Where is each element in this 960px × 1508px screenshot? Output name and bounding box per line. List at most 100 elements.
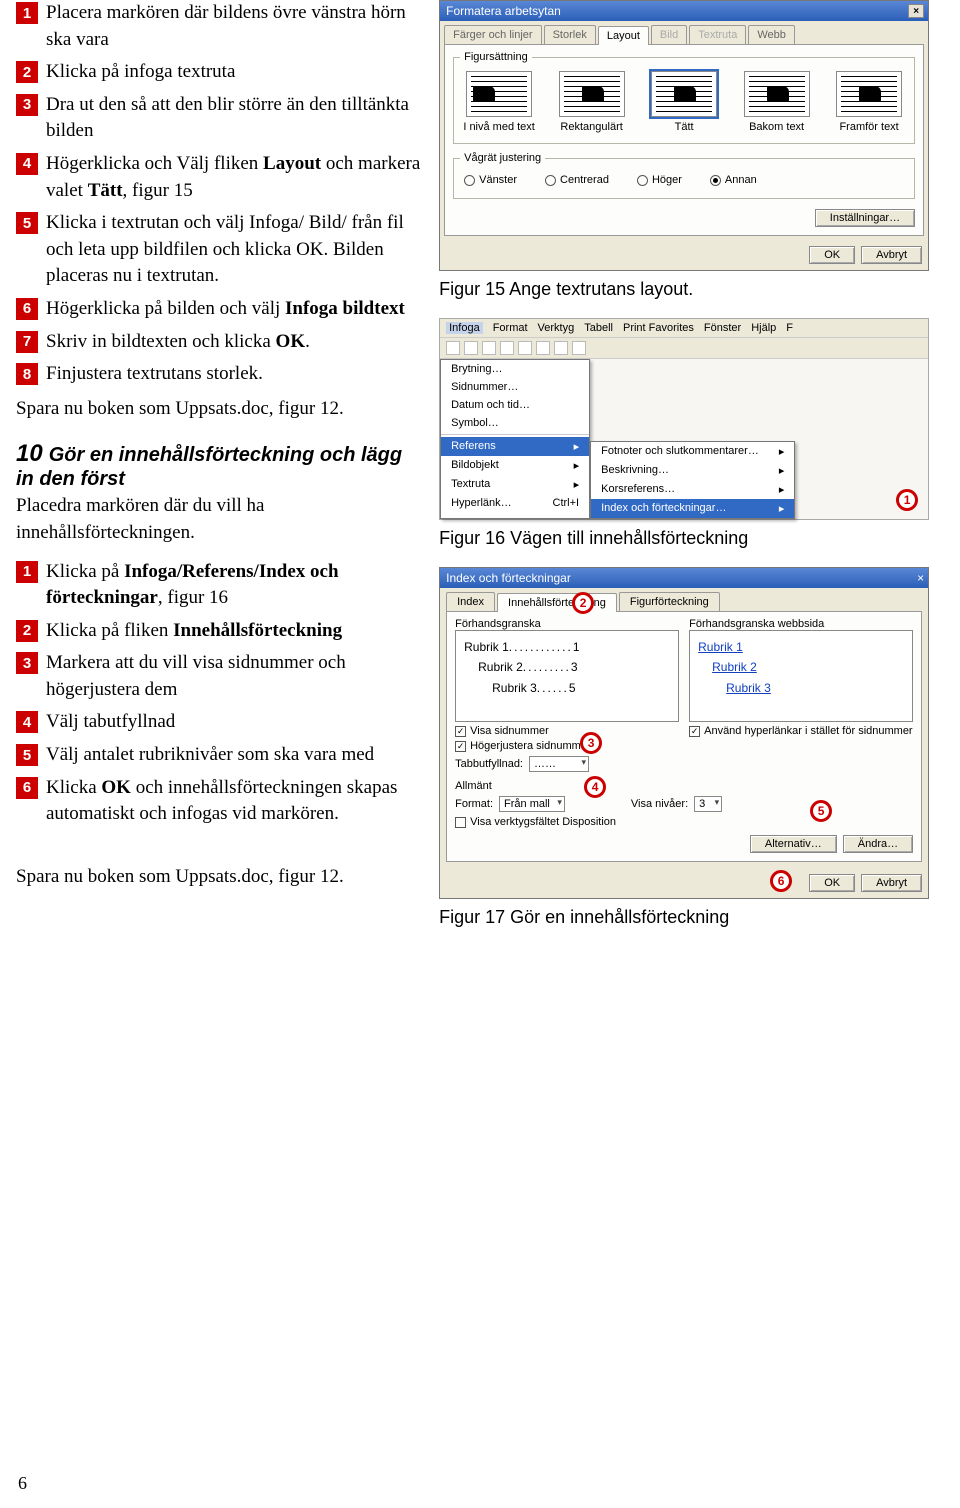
menu-item[interactable]: Referens▸ (441, 437, 589, 456)
figure-16-caption: Figur 16 Vägen till innehållsförteckning (439, 528, 944, 549)
wrap-option[interactable]: Tätt (645, 71, 723, 133)
callout-badge-5: 5 (810, 800, 832, 822)
show-pagenum-checkbox[interactable]: ✓Visa sidnummer (455, 725, 679, 737)
menubar-item[interactable]: Infoga (446, 322, 483, 334)
format-row: Format: Från mall Visa nivåer: 3 (455, 796, 913, 812)
step-text: Välj antalet rubriknivåer som ska vara m… (46, 742, 423, 769)
list-item: 2Klicka på fliken Innehållsförteckning (16, 618, 423, 645)
menu-item[interactable]: Bildobjekt▸ (441, 456, 589, 475)
menubar-item[interactable]: Print Favorites (623, 322, 694, 334)
menu-item[interactable]: Hyperlänk…Ctrl+I (441, 494, 589, 512)
cancel-button[interactable]: Avbryt (861, 246, 922, 264)
toolbar-icon[interactable] (518, 341, 532, 355)
menu-item[interactable]: Sidnummer… (441, 378, 589, 396)
step-text: Klicka på Infoga/Referens/Index och fört… (46, 559, 423, 612)
dialog1-tab[interactable]: Storlek (544, 25, 596, 44)
toolbar-icon[interactable] (500, 341, 514, 355)
step-text: Skriv in bildtexten och klicka OK. (46, 329, 423, 356)
settings-button[interactable]: Inställningar… (815, 209, 915, 227)
align-fieldset: Vågrät justering Vänster Centrerad Höger An… (453, 152, 915, 199)
dialog1-tab[interactable]: Färger och linjer (444, 25, 541, 44)
menu-item[interactable]: Korsreferens…▸ (591, 480, 794, 499)
preview-web-box: Rubrik 1Rubrik 2Rubrik 3 (689, 630, 913, 722)
list-item: 3Markera att du vill visa sidnummer och … (16, 650, 423, 703)
toolbar-icon[interactable] (446, 341, 460, 355)
toolbar-icon[interactable] (464, 341, 478, 355)
wrap-option[interactable]: I nivå med text (460, 71, 538, 133)
align-radio[interactable]: Höger (637, 174, 682, 186)
toolbar-icon[interactable] (536, 341, 550, 355)
outline-toolbar-checkbox[interactable]: Visa verktygsfältet Disposition (455, 816, 913, 828)
toolbar (440, 338, 928, 359)
dialog2-tab[interactable]: Innehållsförteckning (497, 593, 617, 612)
align-radio[interactable]: Centrerad (545, 174, 609, 186)
toolbar-icon[interactable] (572, 341, 586, 355)
callout-badge-1: 1 (896, 489, 918, 511)
step-badge: 2 (16, 620, 38, 642)
step-badge: 6 (16, 777, 38, 799)
step-text: Placera markören där bildens övre vänstr… (46, 0, 423, 53)
dialog1-tab[interactable]: Textruta (689, 25, 746, 44)
align-radios: Vänster Centrerad Höger Annan (460, 172, 908, 188)
dialog1-tabs: Färger och linjerStorlekLayoutBildTextru… (440, 21, 928, 44)
menu-item[interactable]: Textruta▸ (441, 475, 589, 494)
hyperlinks-checkbox[interactable]: ✓Använd hyperlänkar i stället för sidnum… (689, 725, 913, 737)
dialog1-tab[interactable]: Layout (598, 26, 649, 45)
menu-item[interactable]: Symbol… (441, 414, 589, 432)
preview-label: Förhandsgranska (455, 618, 679, 630)
step-text: Högerklicka på bilden och välj Infoga bi… (46, 296, 423, 323)
align-radio[interactable]: Vänster (464, 174, 517, 186)
align-legend: Vågrät justering (460, 152, 545, 164)
ok-button[interactable]: OK (809, 246, 855, 264)
wrap-option[interactable]: Framför text (830, 71, 908, 133)
wrap-option[interactable]: Rektangulärt (553, 71, 631, 133)
menubar-item[interactable]: Format (493, 322, 528, 334)
step-badge: 5 (16, 744, 38, 766)
left-column: 1Placera markören där bildens övre vänst… (16, 0, 435, 946)
cancel-button[interactable]: Avbryt (861, 874, 922, 892)
menu-item[interactable]: Datum och tid… (441, 396, 589, 414)
tabfill-combo[interactable]: …… (529, 756, 589, 772)
options-button[interactable]: Alternativ… (750, 835, 837, 853)
preview-box: Rubrik 1............1Rubrik 2.........3R… (455, 630, 679, 722)
wrap-legend: Figursättning (460, 51, 532, 63)
menubar-item[interactable]: Verktyg (538, 322, 575, 334)
step-badge: 4 (16, 711, 38, 733)
wrap-option[interactable]: Bakom text (738, 71, 816, 133)
step-text: Markera att du vill visa sidnummer och h… (46, 650, 423, 703)
toolbar-icon[interactable] (482, 341, 496, 355)
list-item: 3Dra ut den så att den blir större än de… (16, 92, 423, 145)
list-item: 8Finjustera textrutans storlek. (16, 361, 423, 388)
ok-button[interactable]: OK (809, 874, 855, 892)
menubar-item[interactable]: Tabell (584, 322, 613, 334)
close-icon[interactable]: × (917, 571, 924, 585)
step-badge: 5 (16, 212, 38, 234)
menu-item[interactable]: Brytning… (441, 360, 589, 378)
menu-item[interactable]: Fotnoter och slutkommentarer…▸ (591, 442, 794, 461)
dialog1-tab[interactable]: Bild (651, 25, 687, 44)
levels-spinner[interactable]: 3 (694, 796, 722, 812)
close-icon[interactable]: × (908, 4, 924, 18)
modify-button[interactable]: Ändra… (843, 835, 913, 853)
menubar-item[interactable]: Fönster (704, 322, 741, 334)
page-number: 6 (18, 1473, 27, 1494)
rightalign-checkbox[interactable]: ✓Högerjustera sidnummer (455, 740, 679, 752)
list-item: 4 Välj tabutfyllnad (16, 709, 423, 736)
align-radio[interactable]: Annan (710, 174, 757, 186)
list-item: 2Klicka på infoga textruta (16, 59, 423, 86)
menu-item[interactable]: Beskrivning…▸ (591, 461, 794, 480)
list-item: 5Klicka i textrutan och välj Infoga/ Bil… (16, 210, 423, 290)
menubar: Infoga Format Verktyg Tabell Print Favorites… (440, 319, 928, 338)
step-text: Välj tabutfyllnad (46, 709, 423, 736)
format-combo[interactable]: Från mall (499, 796, 565, 812)
dialog1-tab[interactable]: Webb (748, 25, 795, 44)
step-text: Klicka OK och innehållsförteckningen ska… (46, 775, 423, 828)
menu-item[interactable]: Index och förteckningar…▸ (591, 499, 794, 518)
dialog2-tab[interactable]: Figurförteckning (619, 592, 720, 611)
preview-web-label: Förhandsgranska webbsida (689, 618, 913, 630)
list-item: 1Klicka på Infoga/Referens/Index och för… (16, 559, 423, 612)
menubar-item[interactable]: F (786, 322, 793, 334)
toolbar-icon[interactable] (554, 341, 568, 355)
dialog2-tab[interactable]: Index (446, 592, 495, 611)
menubar-item[interactable]: Hjälp (751, 322, 776, 334)
